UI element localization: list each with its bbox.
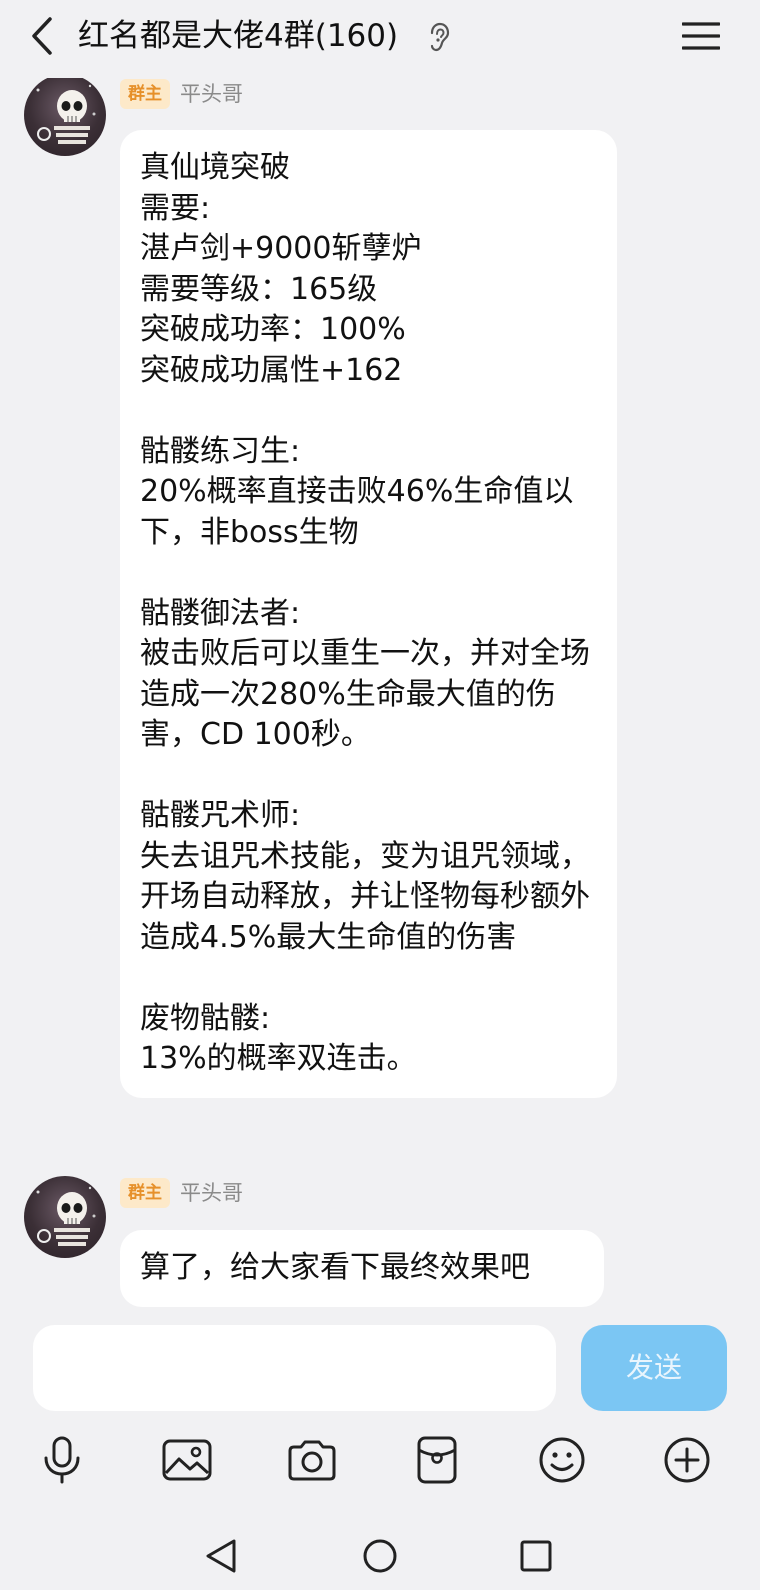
camera-button[interactable] [284, 1432, 340, 1488]
microphone-icon [44, 1436, 80, 1484]
back-triangle-icon [206, 1539, 236, 1573]
composer: 发送 [0, 1310, 760, 1590]
emoji-icon [539, 1437, 585, 1483]
message-bubble[interactable]: 真仙境突破 需要: 湛卢剑+9000斩孽炉 需要等级：165级 突破成功率：10… [120, 130, 617, 1098]
nav-back-button[interactable] [193, 1528, 249, 1584]
recents-square-icon [520, 1540, 552, 1572]
emoji-button[interactable] [534, 1432, 590, 1488]
message-input[interactable] [33, 1325, 556, 1411]
voice-button[interactable] [34, 1432, 90, 1488]
owner-badge: 群主 [120, 1178, 170, 1208]
skeleton-avatar-icon [36, 1186, 96, 1246]
plus-icon [664, 1437, 710, 1483]
camera-icon [288, 1440, 336, 1481]
hamburger-icon [682, 22, 720, 50]
avatar[interactable] [24, 78, 106, 156]
nav-recents-button[interactable] [508, 1528, 564, 1584]
message-list[interactable]: 群主 平头哥 真仙境突破 需要: 湛卢剑+9000斩孽炉 需要等级：165级 突… [0, 78, 760, 1310]
sender-name[interactable]: 平头哥 [180, 79, 243, 109]
chat-header: 红名都是大佬4群(160) [0, 0, 760, 78]
image-button[interactable] [159, 1432, 215, 1488]
send-button[interactable]: 发送 [581, 1325, 727, 1411]
sender-name[interactable]: 平头哥 [180, 1178, 243, 1208]
red-packet-button[interactable] [409, 1432, 465, 1488]
ear-icon[interactable] [428, 22, 450, 52]
chat-title: 红名都是大佬4群(160) [78, 18, 399, 54]
image-icon [162, 1439, 212, 1481]
chevron-left-icon [32, 17, 52, 55]
message-bubble[interactable]: 算了，给大家看下最终效果吧 [120, 1230, 604, 1307]
owner-badge: 群主 [120, 79, 170, 109]
red-packet-icon [417, 1436, 457, 1484]
nav-home-button[interactable] [352, 1528, 408, 1584]
more-button[interactable] [659, 1432, 715, 1488]
menu-button[interactable] [678, 16, 724, 56]
home-circle-icon [363, 1539, 397, 1573]
back-button[interactable] [20, 14, 64, 58]
skeleton-avatar-icon [36, 84, 96, 144]
avatar[interactable] [24, 1176, 106, 1258]
